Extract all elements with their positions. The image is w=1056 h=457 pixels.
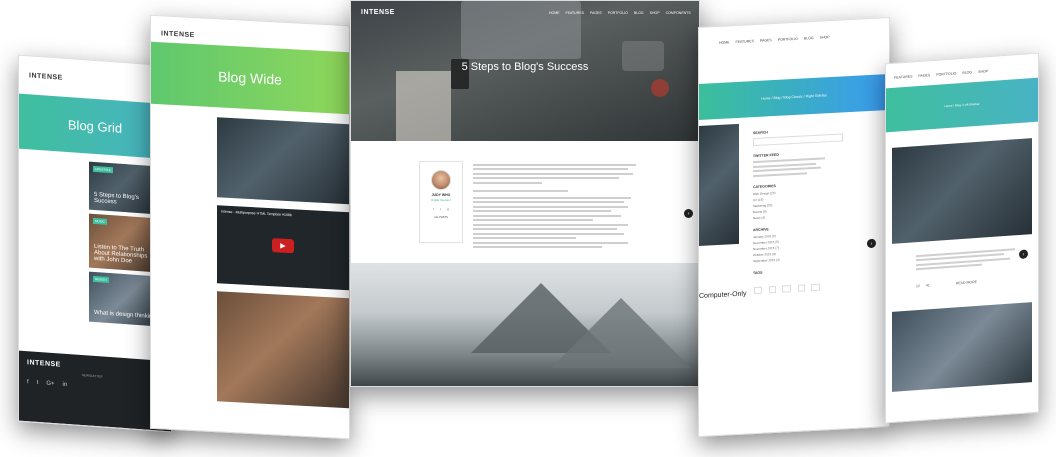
googleplus-icon[interactable]: g xyxy=(447,207,449,211)
nav-item[interactable]: PAGES xyxy=(760,38,772,43)
avatar xyxy=(431,170,451,190)
mug-image xyxy=(651,79,669,97)
nav-item[interactable]: FEATURES xyxy=(894,74,912,79)
wide-video[interactable]: Intense - Multipurpose HTML Template #10… xyxy=(217,205,349,291)
nav-item[interactable]: HOME xyxy=(549,11,560,15)
post-hero: INTENSE HOME FEATURES PAGES PORTFOLIO BL… xyxy=(351,1,699,141)
post-image[interactable] xyxy=(892,302,1032,392)
blog-sidebar-page: HOME FEATURES PAGES PORTFOLIO BLOG SHOP … xyxy=(698,16,890,438)
nav-item[interactable]: BLOG xyxy=(804,36,814,41)
nav-item[interactable]: HOME xyxy=(719,40,730,45)
nav-item[interactable]: PAGES xyxy=(590,11,602,15)
tag-pill[interactable] xyxy=(768,285,776,293)
tag-pill[interactable] xyxy=(811,283,820,291)
comments-count[interactable]: 12 xyxy=(916,284,920,288)
card-tag: MUSIC xyxy=(93,217,107,225)
nav-item[interactable]: SHOP xyxy=(650,11,660,15)
tag-pill[interactable] xyxy=(782,284,792,293)
author-name: JUDY WHO xyxy=(431,193,451,197)
blog-wide-page: INTENSE Blog Wide Intense - Multipurpose… xyxy=(150,14,350,440)
nav-item[interactable]: PAGES xyxy=(918,73,930,78)
wide-hero: Blog Wide xyxy=(151,41,349,115)
facebook-icon[interactable]: f xyxy=(433,207,434,211)
nav-item[interactable]: BLOG xyxy=(962,70,972,75)
notebook-image xyxy=(396,71,451,141)
post-body xyxy=(473,161,645,251)
twitter-icon[interactable]: t xyxy=(440,207,441,211)
grid-card[interactable]: DESIGN What is design thinking xyxy=(89,271,159,327)
googleplus-icon[interactable]: G+ xyxy=(46,381,54,388)
author-role[interactable]: Digital Operator xyxy=(420,198,462,202)
section-title: Computer-Only xyxy=(699,290,747,300)
main-nav: HOME FEATURES PAGES PORTFOLIO BLOG SHOP … xyxy=(549,11,691,15)
main-nav: FEATURES PAGES PORTFOLIO BLOG SHOP xyxy=(894,69,988,80)
wide-post-image[interactable] xyxy=(217,291,349,409)
tag-cloud xyxy=(753,273,843,296)
blog-grid-page: INTENSE Blog Grid LIFESTYLE 5 Steps to B… xyxy=(18,54,172,433)
nav-item[interactable]: SHOP xyxy=(978,69,988,74)
card-title[interactable]: What is design thinking xyxy=(94,310,156,320)
breadcrumb[interactable]: Home / Blog / Left Sidebar xyxy=(944,102,979,108)
post-image-mountain xyxy=(351,263,699,386)
next-arrow-icon[interactable]: › xyxy=(1019,249,1028,260)
grid-card[interactable]: MUSIC Listen to The Truth About Relation… xyxy=(89,213,159,273)
grid-card[interactable]: LIFESTYLE 5 Steps to Blog's Success xyxy=(89,161,159,215)
wide-hero-title: Blog Wide xyxy=(218,68,282,88)
read-more-link[interactable]: READ MORE xyxy=(956,280,977,285)
tag-pill[interactable] xyxy=(754,286,763,294)
author-card: JUDY WHO Digital Operator f t g ALL POST… xyxy=(419,161,463,243)
next-arrow-icon[interactable]: › xyxy=(867,238,876,249)
author-social: f t g xyxy=(420,207,462,211)
brand-logo[interactable]: INTENSE xyxy=(29,72,63,81)
sidebar: SEARCH TWITTER FEED CATEGORIES Web Desig… xyxy=(753,118,843,295)
twitter-label: TWITTER FEED xyxy=(753,152,779,159)
linkedin-icon[interactable]: in xyxy=(63,382,68,388)
wide-post-image[interactable] xyxy=(217,117,349,205)
grid-footer: INTENSE NEWSLETTER f t G+ in xyxy=(19,350,171,432)
post-image[interactable] xyxy=(892,138,1032,244)
play-icon[interactable]: ▶ xyxy=(272,238,294,254)
nav-item[interactable]: PORTFOLIO xyxy=(778,37,798,42)
breadcrumb[interactable]: Home / Blog / Blog Classic / Right Sideb… xyxy=(761,93,827,100)
footer-social: f t G+ in xyxy=(27,379,163,395)
post-meta: 12 41 READ MORE xyxy=(916,280,977,288)
next-arrow-icon[interactable]: › xyxy=(684,209,693,218)
nav-item[interactable]: SHOP xyxy=(820,35,830,40)
blog-left-sidebar-page: FEATURES PAGES PORTFOLIO BLOG SHOP Home … xyxy=(885,52,1039,424)
likes-count[interactable]: 41 xyxy=(926,283,930,287)
sidebar-page-header: HOME FEATURES PAGES PORTFOLIO BLOG SHOP xyxy=(699,18,889,84)
search-input[interactable] xyxy=(753,133,843,147)
nav-item[interactable]: FEATURES xyxy=(736,39,754,44)
video-title: Intense - Multipurpose HTML Template #10… xyxy=(221,209,292,218)
facebook-icon[interactable]: f xyxy=(27,379,29,385)
tag-pill[interactable] xyxy=(797,283,806,292)
laptop-image xyxy=(461,1,581,59)
post-image[interactable] xyxy=(699,123,739,246)
post-title: 5 Steps to Blog's Success xyxy=(461,61,589,73)
nav-item[interactable]: BLOG xyxy=(634,11,644,15)
nav-item[interactable]: COMPONENTS xyxy=(666,11,691,15)
nav-item[interactable]: PORTFOLIO xyxy=(936,71,956,76)
card-tag: DESIGN xyxy=(93,275,109,283)
card-tag: LIFESTYLE xyxy=(93,165,113,174)
all-posts-link[interactable]: ALL POSTS xyxy=(420,216,462,219)
twitter-icon[interactable]: t xyxy=(37,380,39,386)
grid-hero-title: Blog Grid xyxy=(67,117,123,136)
nav-item[interactable]: FEATURES xyxy=(566,11,584,15)
nav-item[interactable]: PORTFOLIO xyxy=(608,11,628,15)
brand-logo[interactable]: INTENSE xyxy=(161,30,195,39)
post-excerpt xyxy=(916,245,1026,273)
brand-logo[interactable]: INTENSE xyxy=(361,9,395,16)
main-nav: HOME FEATURES PAGES PORTFOLIO BLOG SHOP xyxy=(719,35,830,45)
blog-post-page: INTENSE HOME FEATURES PAGES PORTFOLIO BL… xyxy=(350,0,700,387)
